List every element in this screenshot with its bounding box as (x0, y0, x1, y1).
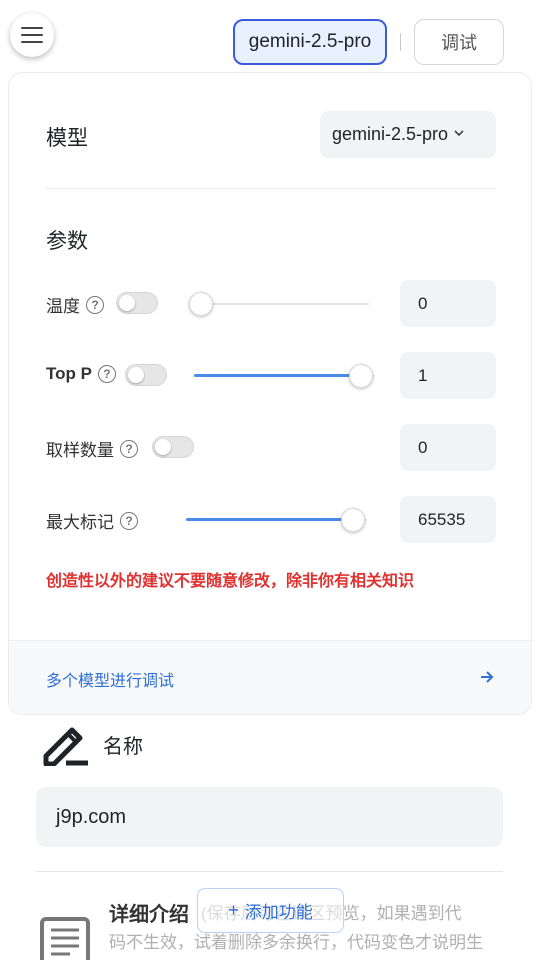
top-p-label-text: Top P (46, 364, 92, 383)
settings-panel: 模型 gemini-2.5-pro 参数 温度 ? 0 Top P ? 1 取样… (8, 72, 532, 715)
debug-button[interactable]: 调试 (414, 19, 504, 65)
top-p-toggle[interactable] (125, 364, 167, 386)
toggle-knob (119, 295, 135, 311)
temperature-slider[interactable] (189, 292, 369, 316)
pen-icon (43, 727, 88, 766)
top-p-input[interactable]: 1 (400, 352, 496, 399)
divider (46, 188, 496, 189)
params-title: 参数 (46, 230, 88, 253)
temperature-toggle[interactable] (116, 292, 158, 314)
name-label: 名称 (103, 736, 143, 758)
warning-text: 创造性以外的建议不要随意修改，除非你有相关知识 (46, 573, 415, 590)
arrow-right-icon[interactable] (479, 669, 495, 685)
chevron-down-icon (454, 129, 464, 136)
toggle-knob (128, 367, 144, 383)
model-select[interactable]: gemini-2.5-pro (320, 111, 496, 158)
max-tokens-slider[interactable] (186, 508, 366, 532)
samples-label-text: 取样数量 (46, 441, 114, 460)
multi-model-link[interactable]: 多个模型进行调试 (46, 667, 174, 691)
samples-label: 取样数量 ? (46, 436, 138, 461)
model-switch-button[interactable]: gemini-2.5-pro (233, 19, 387, 65)
multi-model-bar[interactable]: 多个模型进行调试 (9, 640, 531, 714)
samples-input[interactable]: 0 (400, 424, 496, 471)
top-p-slider[interactable] (194, 364, 374, 388)
max-tokens-input[interactable]: 65535 (400, 496, 496, 543)
max-tokens-label-text: 最大标记 (46, 513, 114, 532)
temperature-label-text: 温度 (46, 297, 80, 316)
hamburger-icon (21, 27, 43, 43)
detail-title: 详细介绍 (109, 904, 189, 926)
slider-thumb[interactable] (341, 508, 365, 532)
add-feature-label: 添加功能 (244, 903, 313, 922)
slider-fill (194, 374, 354, 377)
plus-icon: + (228, 900, 239, 920)
max-tokens-label: 最大标记 ? (46, 508, 138, 533)
slider-thumb[interactable] (349, 364, 373, 388)
divider (36, 871, 503, 872)
toggle-knob (155, 439, 171, 455)
header-separator (400, 33, 401, 51)
temperature-input[interactable]: 0 (400, 280, 496, 327)
help-icon[interactable]: ? (97, 365, 116, 383)
help-icon[interactable]: ? (120, 511, 138, 530)
name-input[interactable]: j9p.com (36, 787, 503, 847)
temperature-label: 温度 ? (46, 292, 104, 317)
model-label: 模型 (46, 127, 88, 150)
help-icon[interactable]: ? (86, 295, 104, 314)
top-p-label: Top P ? (46, 364, 116, 384)
help-icon[interactable]: ? (120, 439, 138, 458)
model-select-value: gemini-2.5-pro (332, 124, 449, 144)
document-icon (40, 917, 90, 960)
slider-track (189, 303, 369, 305)
add-feature-button[interactable]: + 添加功能 (197, 888, 344, 933)
menu-button[interactable] (10, 13, 54, 57)
slider-thumb[interactable] (189, 292, 213, 316)
samples-toggle[interactable] (152, 436, 194, 458)
slider-fill (186, 518, 346, 521)
